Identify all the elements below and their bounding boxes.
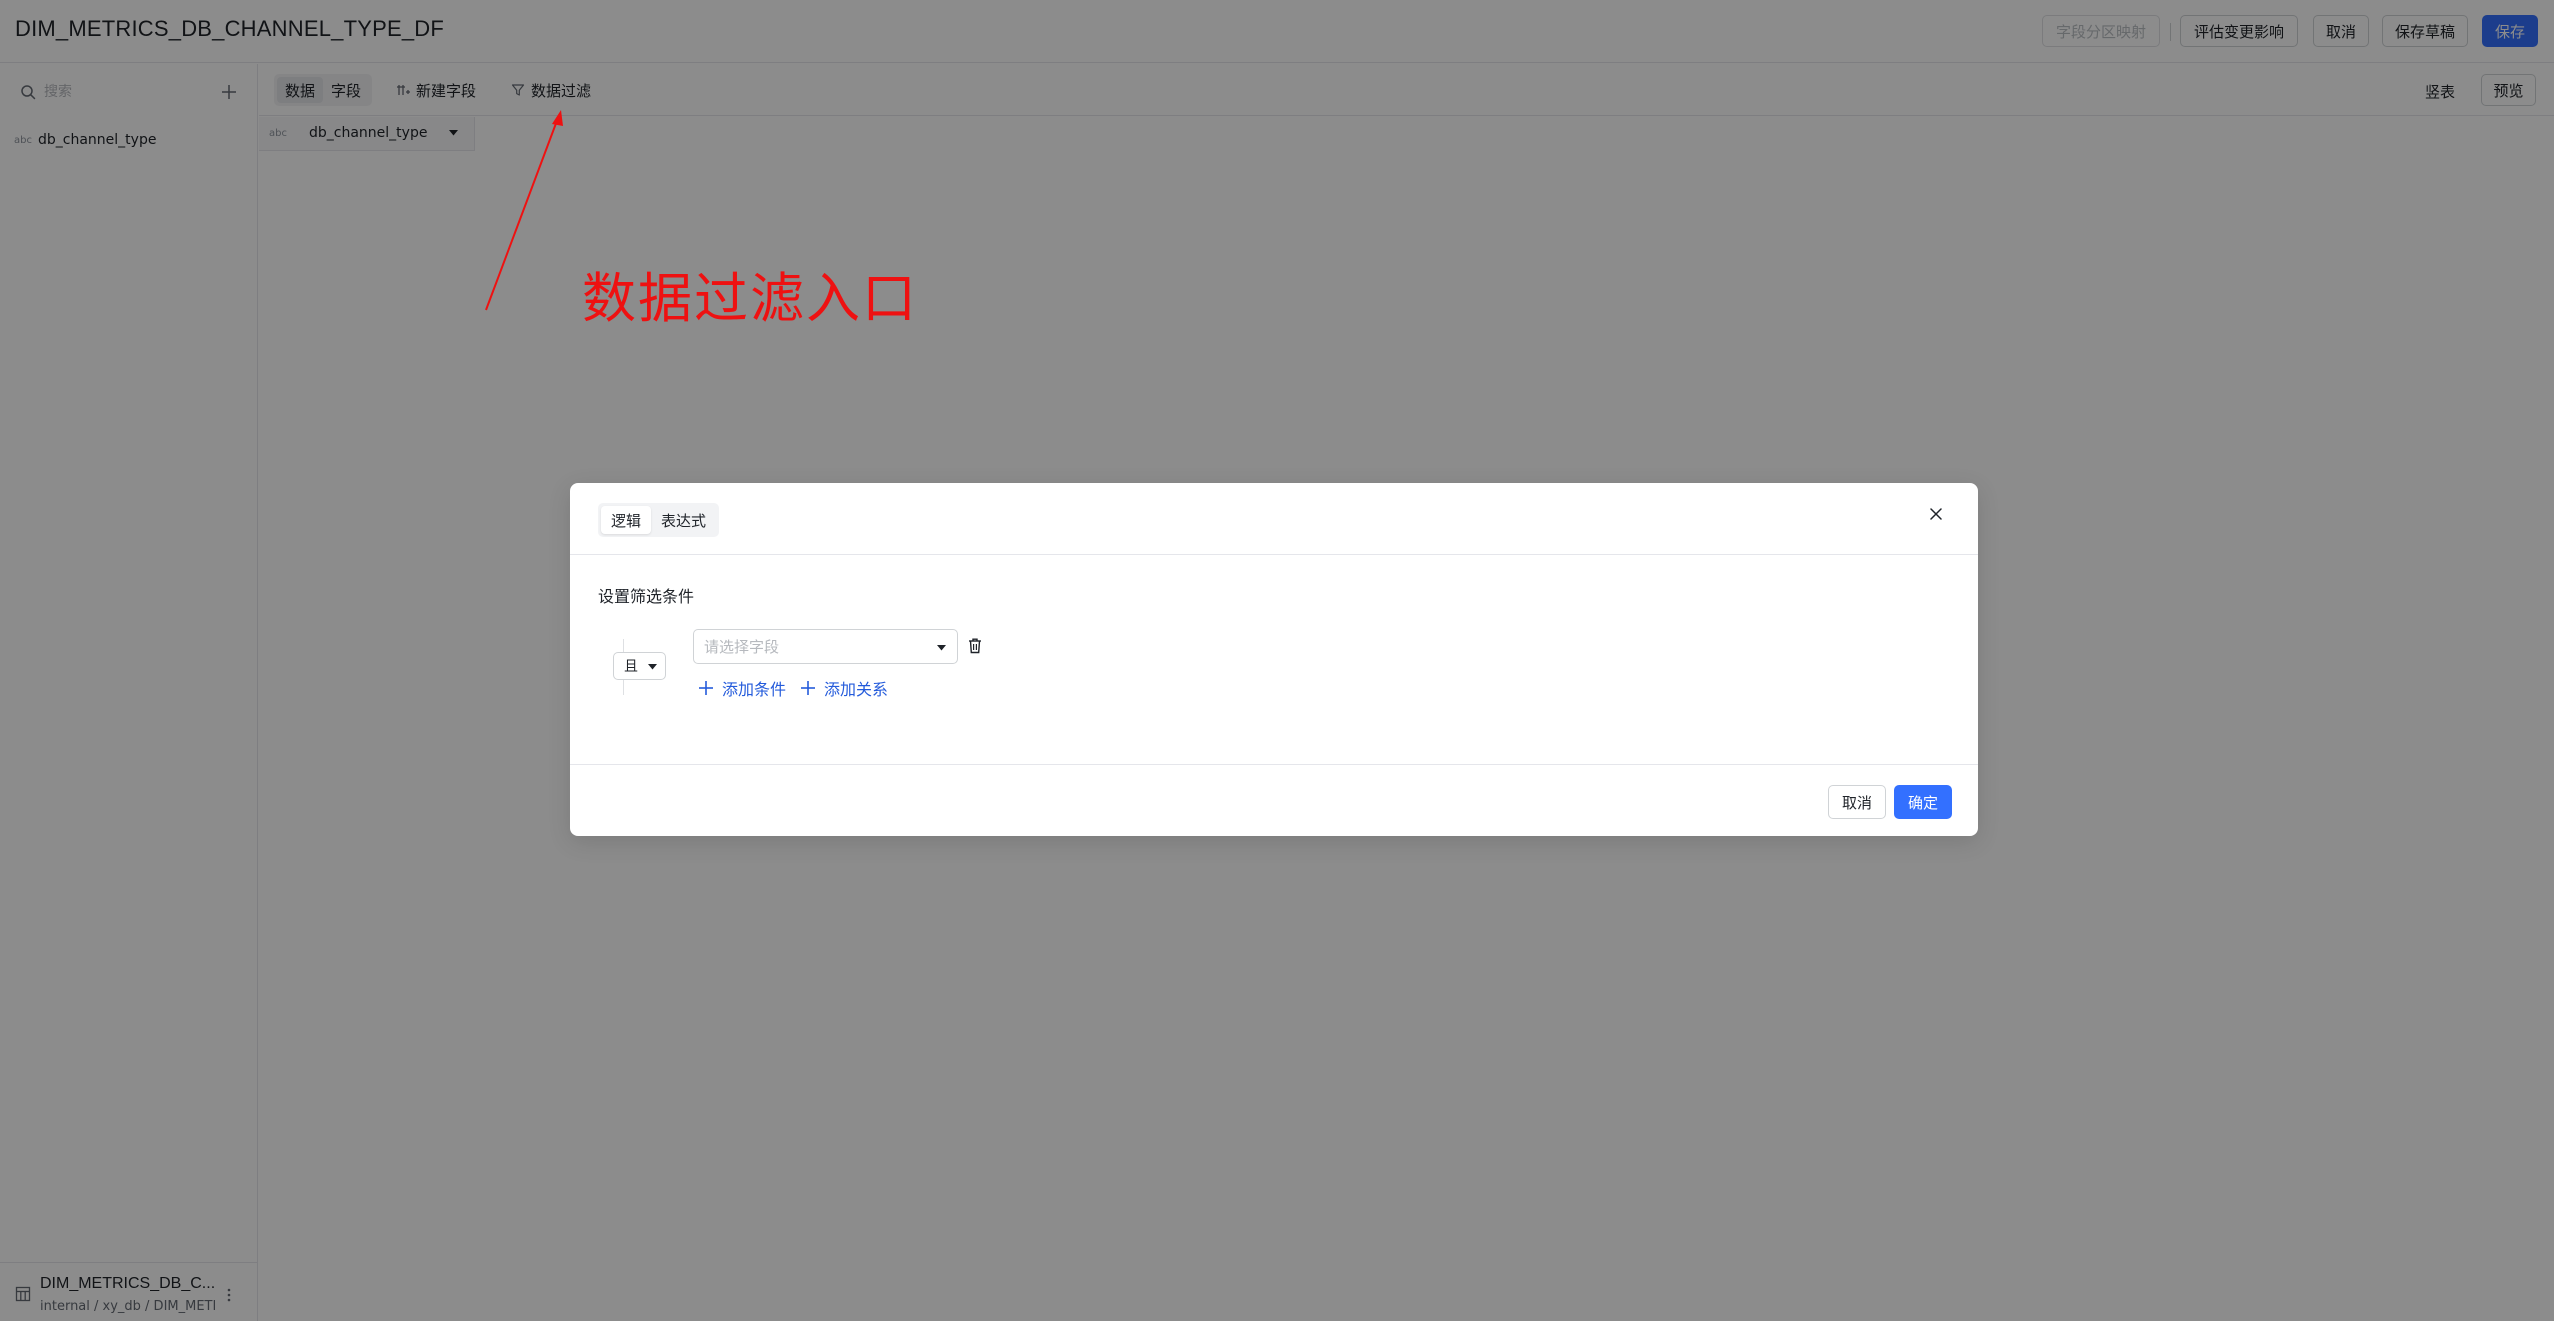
add-condition-button[interactable]: 添加条件: [698, 676, 786, 700]
plus-icon: [699, 681, 713, 695]
chevron-down-icon: [648, 664, 657, 670]
filter-dialog: 逻辑 表达式 设置筛选条件 且 请选择字段 添加条件 添加关系 取消 确定: [570, 483, 1978, 836]
plus-icon: [801, 681, 815, 695]
add-relation-button[interactable]: 添加关系: [800, 676, 888, 700]
close-icon[interactable]: [1929, 507, 1943, 521]
dialog-footer: 取消 确定: [570, 764, 1978, 836]
filter-mode-tabs: 逻辑 表达式: [598, 503, 720, 537]
add-condition-label: 添加条件: [722, 680, 787, 699]
dialog-cancel-button[interactable]: 取消: [1828, 785, 1886, 819]
dialog-header: 逻辑 表达式: [570, 483, 1978, 555]
tab-logic[interactable]: 逻辑: [601, 506, 652, 534]
field-select[interactable]: 请选择字段: [693, 629, 958, 664]
logic-operator-value: 且: [624, 659, 638, 675]
add-relation-label: 添加关系: [824, 680, 889, 699]
tab-expression[interactable]: 表达式: [651, 506, 716, 534]
dialog-confirm-button[interactable]: 确定: [1894, 785, 1952, 819]
section-label: 设置筛选条件: [598, 587, 695, 606]
delete-icon[interactable]: [967, 637, 983, 655]
field-select-placeholder: 请选择字段: [704, 638, 780, 656]
annotation-label: 数据过滤入口: [582, 267, 918, 330]
logic-operator-select[interactable]: 且: [613, 652, 666, 680]
chevron-down-icon: [937, 645, 946, 651]
